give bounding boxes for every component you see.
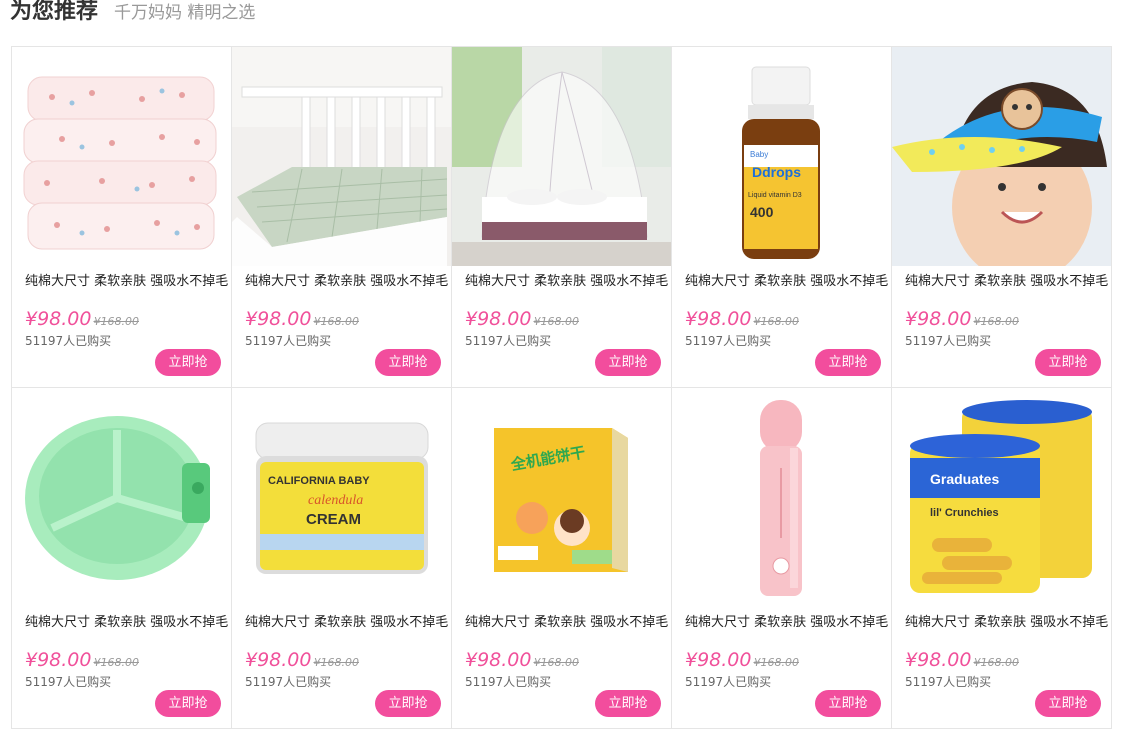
sold-count: 51197人已购买 — [685, 675, 772, 689]
product-card[interactable]: 纯棉大尺寸 柔软亲肤 强吸水不掉毛 ¥98.00 ¥168.00 51197人已… — [12, 388, 232, 729]
buy-now-button[interactable]: 立即抢 — [595, 349, 661, 376]
product-original-price: ¥168.00 — [533, 315, 579, 328]
buy-now-button[interactable]: 立即抢 — [815, 349, 881, 376]
product-name[interactable]: 纯棉大尺寸 柔软亲肤 强吸水不掉毛 — [465, 270, 670, 289]
price-row: ¥98.00 ¥168.00 — [905, 649, 1019, 671]
product-image-mosquito-net[interactable] — [452, 47, 671, 266]
product-original-price: ¥168.00 — [313, 315, 359, 328]
price-row: ¥98.00 ¥168.00 — [685, 308, 799, 330]
product-image-snack-canisters[interactable]: Graduates lil' Crunchies — [892, 388, 1111, 607]
buy-now-button[interactable]: 立即抢 — [375, 690, 441, 717]
snack-line1: lil' Crunchies — [930, 507, 999, 519]
price-row: ¥98.00 ¥168.00 — [685, 649, 799, 671]
cream-line2: CREAM — [306, 511, 361, 528]
sold-count: 51197人已购买 — [245, 334, 332, 348]
product-card[interactable]: 纯棉大尺寸 柔软亲肤 强吸水不掉毛 ¥98.00 ¥168.00 51197人已… — [892, 47, 1112, 388]
product-name[interactable]: 纯棉大尺寸 柔软亲肤 强吸水不掉毛 — [685, 611, 890, 630]
vitamin-brand: Ddrops — [752, 164, 801, 180]
sold-count: 51197人已购买 — [465, 334, 552, 348]
product-name[interactable]: 纯棉大尺寸 柔软亲肤 强吸水不掉毛 — [25, 611, 230, 630]
product-original-price: ¥168.00 — [93, 315, 139, 328]
product-name[interactable]: 纯棉大尺寸 柔软亲肤 强吸水不掉毛 — [245, 270, 450, 289]
product-original-price: ¥168.00 — [753, 315, 799, 328]
product-card[interactable]: 纯棉大尺寸 柔软亲肤 强吸水不掉毛 ¥98.00 ¥168.00 51197人已… — [672, 388, 892, 729]
buy-now-button[interactable]: 立即抢 — [155, 690, 221, 717]
product-original-price: ¥168.00 — [93, 656, 139, 669]
cream-line1: calendula — [308, 493, 363, 508]
product-price: ¥98.00 — [465, 649, 532, 671]
vitamin-text: Baby — [750, 150, 768, 159]
product-image-vitamin-drops[interactable]: Baby Ddrops Liquid vitamin D3 400 — [672, 47, 891, 266]
product-image-crib[interactable] — [232, 47, 451, 266]
product-card[interactable]: CALIFORNIA BABY calendula CREAM 纯棉大尺寸 柔软… — [232, 388, 452, 729]
product-image-divided-plate[interactable] — [12, 388, 231, 607]
product-card[interactable]: 纯棉大尺寸 柔软亲肤 强吸水不掉毛 ¥98.00 ¥168.00 51197人已… — [232, 47, 452, 388]
product-card[interactable]: 全机能饼干 纯棉大尺寸 柔软亲肤 强吸水不掉毛 ¥98.00 ¥168.00 5… — [452, 388, 672, 729]
price-row: ¥98.00 ¥168.00 — [465, 649, 579, 671]
product-name[interactable]: 纯棉大尺寸 柔软亲肤 强吸水不掉毛 — [465, 611, 670, 630]
product-image-biscuit-box[interactable]: 全机能饼干 — [452, 388, 671, 607]
product-card[interactable]: Graduates lil' Crunchies 纯棉大尺寸 柔软亲肤 强吸水不… — [892, 388, 1112, 729]
product-price: ¥98.00 — [905, 308, 972, 330]
product-name[interactable]: 纯棉大尺寸 柔软亲肤 强吸水不掉毛 — [905, 270, 1110, 289]
product-name[interactable]: 纯棉大尺寸 柔软亲肤 强吸水不掉毛 — [245, 611, 450, 630]
sold-count: 51197人已购买 — [25, 675, 112, 689]
product-grid: 纯棉大尺寸 柔软亲肤 强吸水不掉毛 ¥98.00 ¥168.00 51197人已… — [11, 46, 1112, 729]
product-image-cream-jar[interactable]: CALIFORNIA BABY calendula CREAM — [232, 388, 451, 607]
product-price: ¥98.00 — [465, 308, 532, 330]
buy-now-button[interactable]: 立即抢 — [1035, 349, 1101, 376]
vitamin-dose: 400 — [750, 204, 774, 220]
product-name[interactable]: 纯棉大尺寸 柔软亲肤 强吸水不掉毛 — [25, 270, 230, 289]
price-row: ¥98.00 ¥168.00 — [25, 308, 139, 330]
product-original-price: ¥168.00 — [973, 315, 1019, 328]
snack-brand: Graduates — [930, 471, 999, 487]
sold-count: 51197人已购买 — [25, 334, 112, 348]
product-original-price: ¥168.00 — [973, 656, 1019, 669]
product-original-price: ¥168.00 — [533, 656, 579, 669]
price-row: ¥98.00 ¥168.00 — [25, 649, 139, 671]
section-subtitle: 千万妈妈 精明之选 — [114, 3, 256, 23]
buy-now-button[interactable]: 立即抢 — [815, 690, 881, 717]
product-name[interactable]: 纯棉大尺寸 柔软亲肤 强吸水不掉毛 — [905, 611, 1110, 630]
product-price: ¥98.00 — [245, 308, 312, 330]
product-price: ¥98.00 — [245, 649, 312, 671]
cream-brand: CALIFORNIA BABY — [268, 475, 370, 487]
price-row: ¥98.00 ¥168.00 — [905, 308, 1019, 330]
price-row: ¥98.00 ¥168.00 — [245, 649, 359, 671]
product-image-pink-tube[interactable] — [672, 388, 891, 607]
section-title: 为您推荐 — [10, 0, 99, 24]
product-name[interactable]: 纯棉大尺寸 柔软亲肤 强吸水不掉毛 — [685, 270, 890, 289]
product-price: ¥98.00 — [685, 649, 752, 671]
product-price: ¥98.00 — [905, 649, 972, 671]
product-original-price: ¥168.00 — [753, 656, 799, 669]
sold-count: 51197人已购买 — [905, 675, 992, 689]
buy-now-button[interactable]: 立即抢 — [155, 349, 221, 376]
section-header: 为您推荐 千万妈妈 精明之选 — [10, 0, 255, 33]
product-card[interactable]: 纯棉大尺寸 柔软亲肤 强吸水不掉毛 ¥98.00 ¥168.00 51197人已… — [452, 47, 672, 388]
product-price: ¥98.00 — [685, 308, 752, 330]
product-price: ¥98.00 — [25, 308, 92, 330]
sold-count: 51197人已购买 — [685, 334, 772, 348]
product-card[interactable]: 纯棉大尺寸 柔软亲肤 强吸水不掉毛 ¥98.00 ¥168.00 51197人已… — [12, 47, 232, 388]
price-row: ¥98.00 ¥168.00 — [245, 308, 359, 330]
sold-count: 51197人已购买 — [465, 675, 552, 689]
buy-now-button[interactable]: 立即抢 — [375, 349, 441, 376]
buy-now-button[interactable]: 立即抢 — [595, 690, 661, 717]
vitamin-line: Liquid vitamin D3 — [748, 192, 802, 199]
price-row: ¥98.00 ¥168.00 — [465, 308, 579, 330]
product-image-blankets[interactable] — [12, 47, 231, 266]
product-image-sun-visor[interactable] — [892, 47, 1111, 266]
sold-count: 51197人已购买 — [245, 675, 332, 689]
product-card[interactable]: Baby Ddrops Liquid vitamin D3 400 纯棉大尺寸 … — [672, 47, 892, 388]
product-original-price: ¥168.00 — [313, 656, 359, 669]
sold-count: 51197人已购买 — [905, 334, 992, 348]
buy-now-button[interactable]: 立即抢 — [1035, 690, 1101, 717]
product-price: ¥98.00 — [25, 649, 92, 671]
